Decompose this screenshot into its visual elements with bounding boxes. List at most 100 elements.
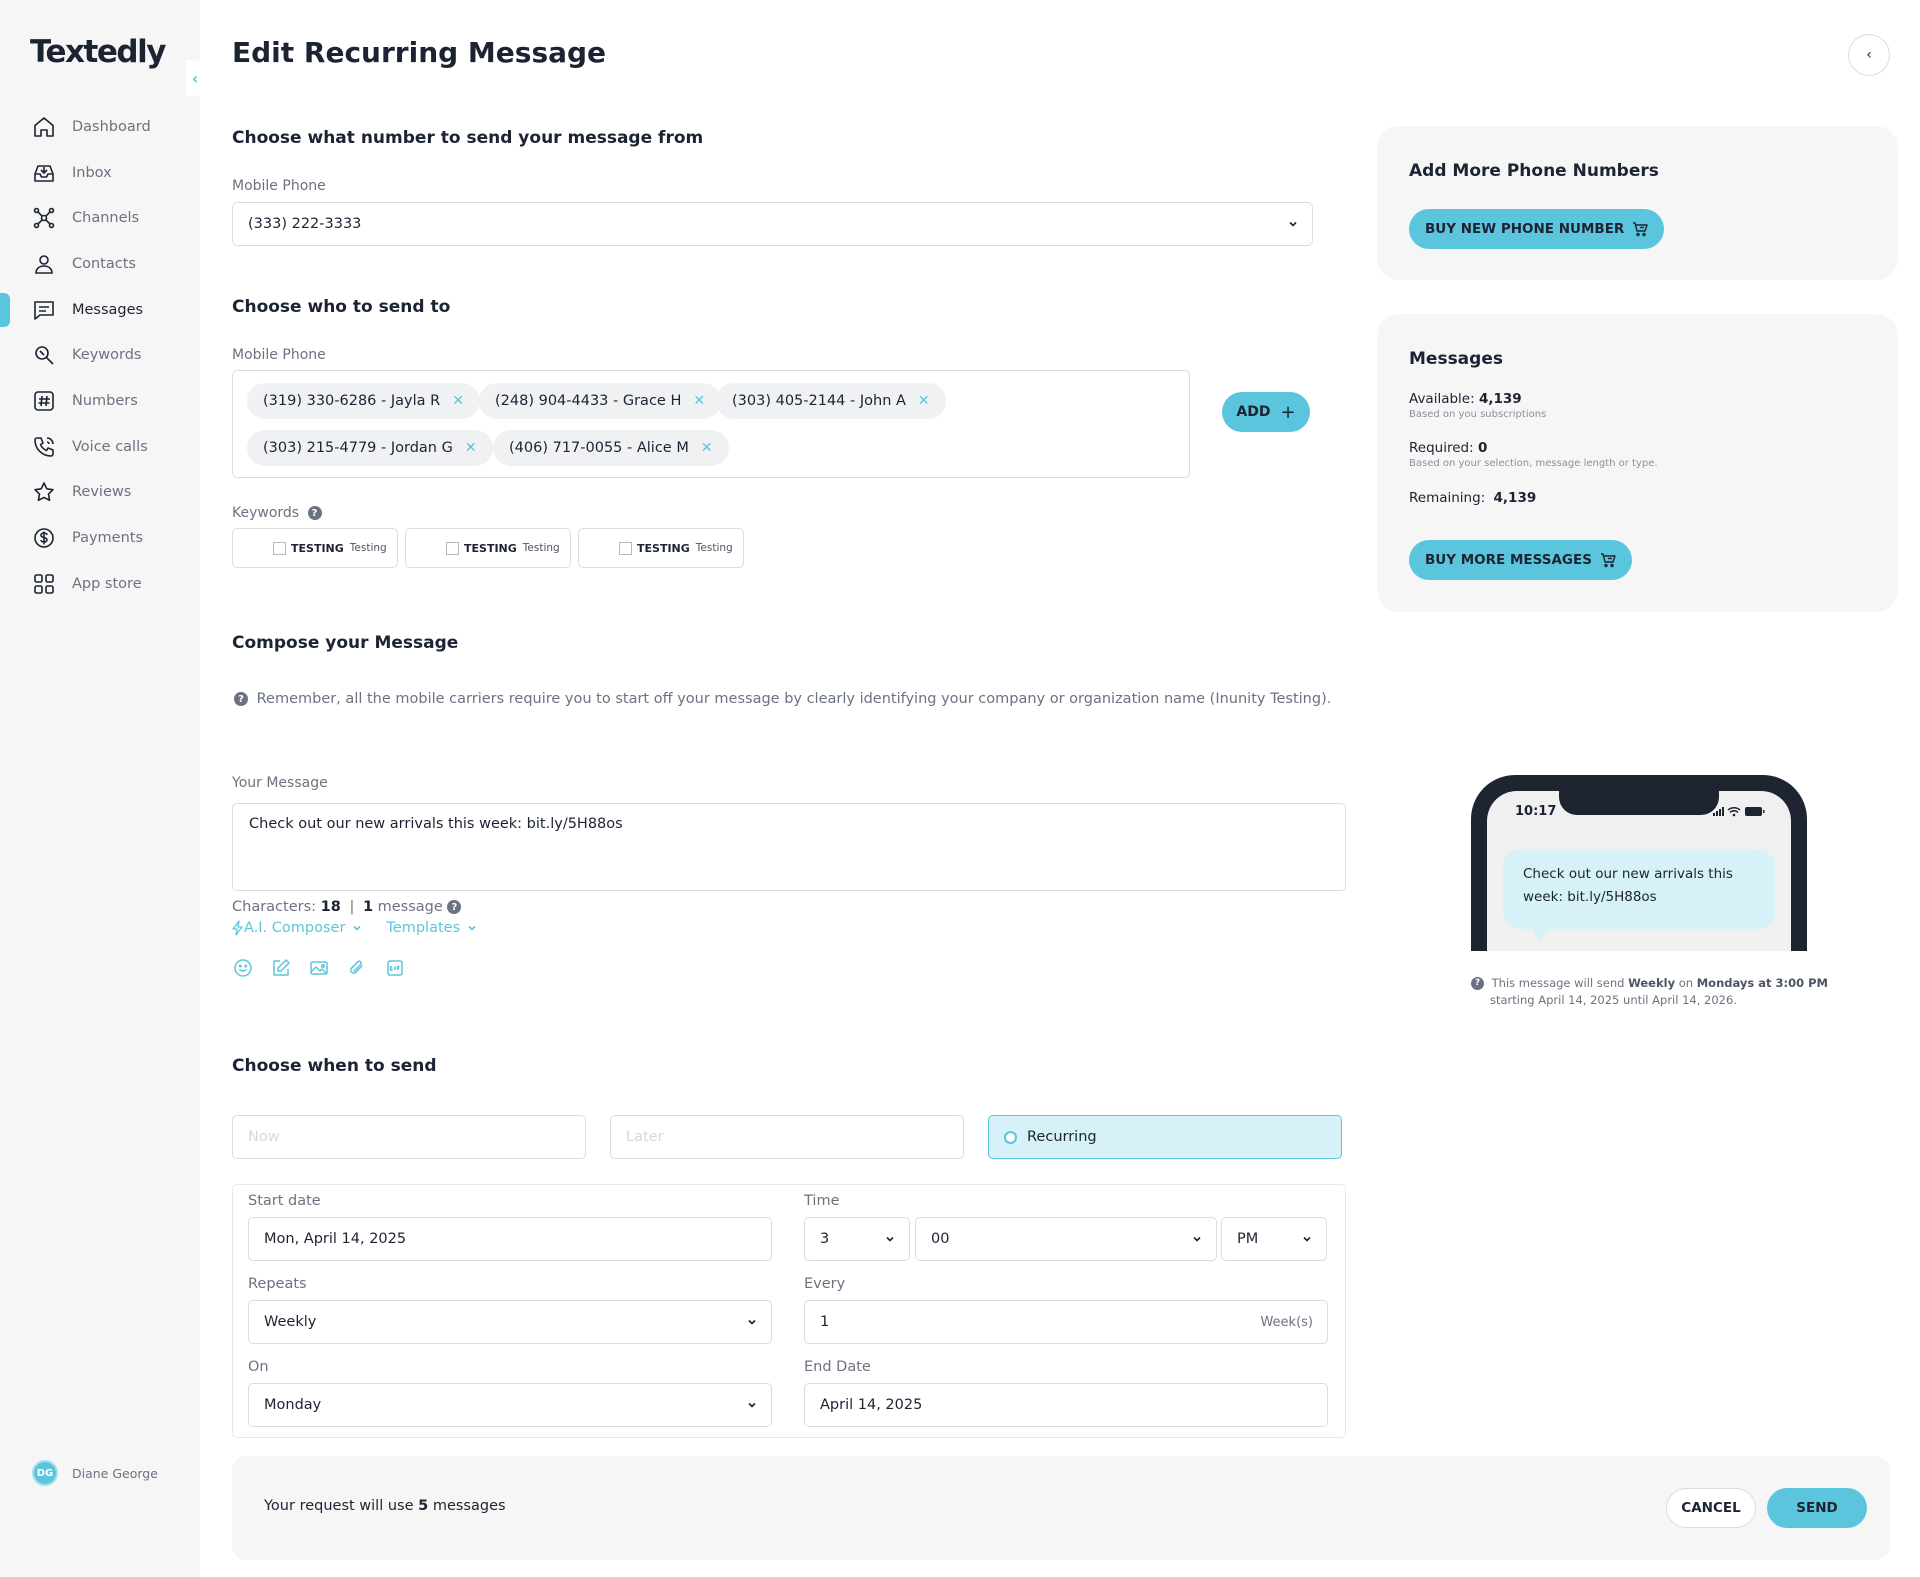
- sidebar-item-label: Dashboard: [72, 118, 151, 135]
- from-heading: Choose what number to send your message …: [232, 128, 704, 148]
- templates-dropdown[interactable]: Templates: [386, 920, 479, 936]
- character-counter: Characters: 18 | 1 message ?: [232, 899, 462, 915]
- message-textarea[interactable]: Check out our new arrivals this week: bi…: [232, 803, 1346, 891]
- keyword-option[interactable]: TESTING Testing: [405, 528, 571, 568]
- page-title: Edit Recurring Message: [232, 36, 607, 69]
- send-button[interactable]: SEND: [1767, 1488, 1867, 1528]
- to-heading: Choose who to send to: [232, 297, 451, 317]
- sidebar-item-reviews[interactable]: Reviews: [0, 470, 200, 516]
- edit-icon[interactable]: [270, 957, 292, 979]
- sidebar-collapse-button[interactable]: ‹: [186, 60, 204, 96]
- to-label: Mobile Phone: [232, 347, 326, 363]
- sidebar-item-label: Voice calls: [72, 438, 148, 455]
- buy-more-messages-button[interactable]: BUY MORE MESSAGES: [1409, 540, 1632, 580]
- characters-label: Characters:: [232, 899, 317, 915]
- sidebar-item-dashboard[interactable]: Dashboard: [0, 104, 200, 150]
- add-label: ADD: [1236, 404, 1271, 420]
- start-date-input[interactable]: Mon, April 14, 2025: [248, 1217, 772, 1261]
- summary-range: starting April 14, 2025 until April 14, …: [1490, 993, 1737, 1007]
- app-logo[interactable]: Textedly: [30, 34, 166, 70]
- help-icon[interactable]: ?: [307, 506, 322, 520]
- usage-summary: Your request will use 5 messages: [264, 1498, 506, 1514]
- every-input[interactable]: 1 Week(s): [804, 1300, 1328, 1344]
- sidebar-item-keywords[interactable]: Keywords: [0, 332, 200, 378]
- radio-icon: [1004, 1130, 1017, 1144]
- send-recurring-option[interactable]: Recurring: [988, 1115, 1342, 1159]
- keyword-checkbox[interactable]: [619, 542, 632, 555]
- image-icon[interactable]: [308, 957, 330, 979]
- add-recipient-button[interactable]: ADD +: [1222, 392, 1310, 432]
- sidebar-item-label: Messages: [72, 301, 144, 318]
- minute-select[interactable]: 00: [915, 1217, 1217, 1261]
- repeats-select[interactable]: Weekly: [248, 1300, 772, 1344]
- keyword-checkbox[interactable]: [273, 542, 286, 555]
- repeats-label: Repeats: [248, 1276, 307, 1292]
- sidebar-item-payments[interactable]: Payments: [0, 515, 200, 561]
- remove-recipient-icon[interactable]: ✕: [693, 393, 705, 409]
- keywords-label: Keywords: [232, 505, 300, 521]
- sidebar-item-numbers[interactable]: Numbers: [0, 378, 200, 424]
- buy-more-messages-label: BUY MORE MESSAGES: [1425, 552, 1592, 568]
- chevron-down-icon: [748, 1319, 756, 1325]
- chevron-down-icon: [353, 925, 361, 931]
- ai-composer-dropdown[interactable]: A.I. Composer: [232, 920, 364, 936]
- recipients-field[interactable]: (319) 330-6286 - Jayla R ✕ (248) 904-443…: [232, 370, 1190, 478]
- sidebar-item-inbox[interactable]: Inbox: [0, 150, 200, 196]
- sidebar-item-contacts[interactable]: Contacts: [0, 241, 200, 287]
- recipient-chip: (406) 717-0055 - Alice M ✕: [493, 430, 729, 466]
- end-date-input[interactable]: April 14, 2025: [804, 1383, 1328, 1427]
- remove-recipient-icon[interactable]: ✕: [465, 440, 477, 456]
- end-date-label: End Date: [804, 1359, 871, 1375]
- message-count: 1: [362, 899, 374, 915]
- dollar-icon: [34, 528, 54, 548]
- emoji-icon[interactable]: [232, 957, 254, 979]
- buy-phone-number-button[interactable]: BUY NEW PHONE NUMBER: [1409, 209, 1665, 249]
- remove-recipient-icon[interactable]: ✕: [701, 440, 713, 456]
- user-profile[interactable]: DG Diane George: [32, 1460, 158, 1486]
- when-heading: Choose when to send: [232, 1056, 437, 1076]
- gif-icon[interactable]: [384, 957, 406, 979]
- sidebar-item-messages[interactable]: Messages: [0, 287, 200, 333]
- from-label: Mobile Phone: [232, 178, 326, 194]
- sidebar-item-channels[interactable]: Channels: [0, 195, 200, 241]
- user-name: Diane George: [72, 1465, 158, 1481]
- keywords-label-row: Keywords ?: [232, 505, 322, 521]
- help-icon[interactable]: ?: [1471, 977, 1484, 990]
- keyword-checkbox[interactable]: [446, 542, 459, 555]
- app-store-icon: [34, 573, 54, 594]
- cancel-button[interactable]: CANCEL: [1666, 1488, 1756, 1528]
- recipient-label: (303) 215-4779 - Jordan G: [263, 440, 453, 456]
- counter-separator: |: [349, 899, 355, 915]
- hour-select[interactable]: 3: [804, 1217, 910, 1261]
- keyword-name: TESTING: [637, 541, 690, 555]
- available-value: 4,139: [1478, 391, 1522, 407]
- remove-recipient-icon[interactable]: ✕: [452, 393, 464, 409]
- chevron-down-icon: [748, 1402, 756, 1408]
- ampm-select[interactable]: PM: [1221, 1217, 1327, 1261]
- keyword-name: TESTING: [464, 541, 517, 555]
- sidebar-item-app-store[interactable]: App store: [0, 561, 200, 607]
- attachment-icon[interactable]: [346, 957, 368, 979]
- usage-count: 5: [418, 1498, 429, 1514]
- on-day-select[interactable]: Monday: [248, 1383, 772, 1427]
- recipient-label: (406) 717-0055 - Alice M: [509, 440, 689, 456]
- remove-recipient-icon[interactable]: ✕: [918, 393, 930, 409]
- phone-preview: 10:17 Check out our new arrivals this we…: [1471, 775, 1807, 951]
- from-number-select[interactable]: (333) 222-3333: [232, 202, 1313, 246]
- help-icon[interactable]: ?: [447, 900, 462, 914]
- send-recurring-label: Recurring: [1027, 1129, 1097, 1145]
- panel-collapse-button[interactable]: ‹: [1848, 34, 1890, 76]
- chevron-down-icon: [468, 925, 476, 931]
- sidebar-item-voice-calls[interactable]: Voice calls: [0, 424, 200, 470]
- phone-icon: [34, 436, 54, 457]
- send-now-option[interactable]: Now: [232, 1115, 586, 1159]
- keyword-option[interactable]: TESTING Testing: [578, 528, 744, 568]
- avatar: DG: [32, 1460, 58, 1486]
- phone-screen: 10:17 Check out our new arrivals this we…: [1487, 791, 1791, 951]
- buy-phone-number-label: BUY NEW PHONE NUMBER: [1425, 221, 1625, 237]
- send-later-option[interactable]: Later: [610, 1115, 964, 1159]
- keyword-option[interactable]: TESTING Testing: [232, 528, 398, 568]
- sidebar-item-label: Inbox: [72, 164, 112, 181]
- ai-composer-label: A.I. Composer: [244, 920, 346, 936]
- home-icon: [34, 117, 54, 137]
